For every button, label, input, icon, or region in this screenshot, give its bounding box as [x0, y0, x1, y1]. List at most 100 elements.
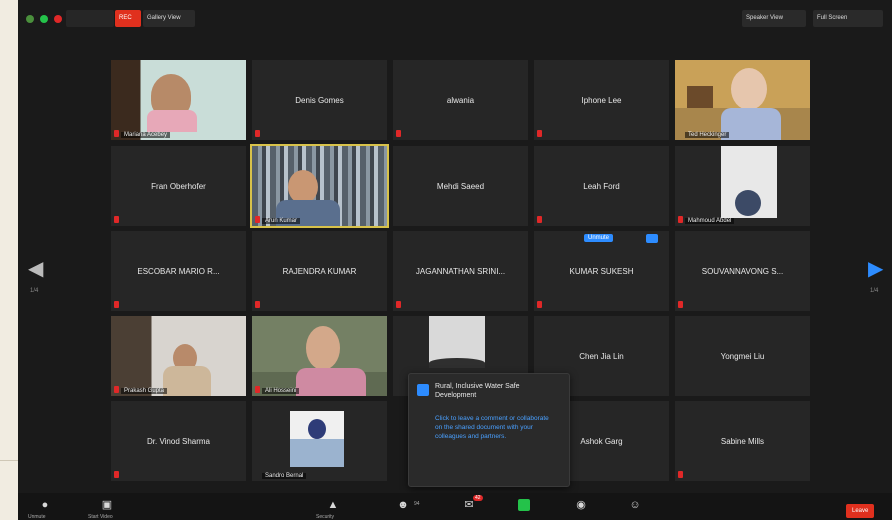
- mic-muted-icon: [255, 130, 260, 137]
- participant-name: Fran Oberhofer: [151, 181, 206, 191]
- top-bar: REC Gallery View Speaker View Full Scree…: [18, 0, 892, 34]
- participant-name: Dr. Vinod Sharma: [147, 436, 210, 446]
- participant-name: RAJENDRA KUMAR: [282, 266, 357, 276]
- meeting-toolbar: ● Unmute ▣ Start Video ▲ Security ☻ 94 ✉…: [18, 493, 892, 520]
- reactions-icon[interactable]: ☺: [626, 496, 644, 514]
- security-label: Security: [316, 514, 335, 520]
- previous-page-icon[interactable]: ◀: [28, 258, 43, 280]
- participant-face: [731, 68, 767, 110]
- participant-tile[interactable]: Yongmei Liu: [675, 316, 810, 396]
- mic-muted-icon: [255, 216, 260, 223]
- participants-count: 94: [414, 501, 420, 507]
- participant-name: Ashok Garg: [580, 436, 623, 446]
- participant-name: Sandro Bernal: [262, 473, 307, 479]
- participant-tile[interactable]: Mahmoud Abdel: [675, 146, 810, 226]
- participant-head: [429, 358, 485, 368]
- popup-body-link[interactable]: Click to leave a comment or collaborate …: [435, 414, 555, 441]
- participant-tile[interactable]: Iphone Lee: [534, 60, 669, 140]
- participant-tile[interactable]: Unmute KUMAR SUKESH: [534, 231, 669, 311]
- participant-name: SOUVANNAVONG S...: [701, 266, 784, 276]
- mic-muted-icon: [255, 386, 260, 393]
- participant-tile[interactable]: Mariana Acebey: [111, 60, 246, 140]
- participant-face: [288, 170, 318, 204]
- microphone-icon[interactable]: ●: [36, 496, 54, 514]
- gallery-view-label[interactable]: Gallery View: [143, 10, 195, 27]
- participant-name: Prakash Gupta: [121, 388, 168, 394]
- mic-muted-icon: [114, 471, 119, 478]
- participant-tile-active-speaker[interactable]: Arun Kumar: [250, 144, 389, 228]
- participant-head: [735, 190, 761, 216]
- next-page-label: 1/4: [870, 288, 879, 294]
- participant-name: Mahmoud Abdel: [685, 218, 735, 224]
- mic-muted-icon: [678, 301, 683, 308]
- next-page-icon[interactable]: ▶: [868, 258, 883, 280]
- participant-name: JAGANNATHAN SRINI...: [415, 266, 506, 276]
- participant-name: Chen Jia Lin: [579, 351, 624, 361]
- record-dot-icon: [54, 15, 62, 23]
- speaker-view-button[interactable]: Speaker View: [742, 10, 806, 27]
- mic-muted-icon: [396, 130, 401, 137]
- record-icon[interactable]: ◉: [572, 496, 590, 514]
- document-margin: [0, 0, 60, 520]
- mic-muted-icon: [114, 130, 119, 137]
- chat-notification-popup[interactable]: Rural, Inclusive Water Safe Development …: [408, 373, 570, 487]
- participant-shirt: [296, 368, 366, 396]
- participant-figure: [308, 419, 326, 439]
- popup-title: Rural, Inclusive Water Safe Development: [435, 383, 520, 399]
- participant-tile[interactable]: Sabine Mills: [675, 401, 810, 481]
- participant-tile[interactable]: ESCOBAR MARIO R...: [111, 231, 246, 311]
- start-video-label: Start Video: [88, 514, 113, 520]
- participant-name: KUMAR SUKESH: [569, 266, 634, 276]
- participant-tile[interactable]: RAJENDRA KUMAR: [252, 231, 387, 311]
- participant-tile[interactable]: Ted Heckinger: [675, 60, 810, 140]
- participant-name: Ali Hosseini: [262, 388, 300, 394]
- participant-name: Yongmei Liu: [720, 351, 765, 361]
- video-icon[interactable]: ▣: [98, 496, 116, 514]
- chat-badge: 42: [473, 495, 483, 501]
- participant-tile[interactable]: Prakash Gupta: [111, 316, 246, 396]
- leave-button[interactable]: Leave: [846, 504, 875, 518]
- participant-name: Leah Ford: [583, 181, 620, 191]
- document-icon: [417, 384, 429, 396]
- mic-muted-icon: [678, 216, 683, 223]
- participant-name: Mehdi Saeed: [436, 181, 485, 191]
- participant-shirt: [163, 366, 211, 396]
- participant-name: Iphone Lee: [581, 95, 622, 105]
- more-options-icon[interactable]: [646, 234, 658, 243]
- participant-name: alwania: [446, 95, 475, 105]
- participant-tile[interactable]: SOUVANNAVONG S...: [675, 231, 810, 311]
- recording-badge[interactable]: REC: [115, 10, 141, 27]
- mic-muted-icon: [537, 216, 542, 223]
- zoom-window: REC Gallery View Speaker View Full Scree…: [18, 0, 892, 520]
- mic-muted-icon: [396, 301, 401, 308]
- mic-muted-icon: [114, 386, 119, 393]
- mic-muted-icon: [255, 301, 260, 308]
- shield-icon[interactable]: ▲: [324, 496, 342, 514]
- participants-icon[interactable]: ☻: [394, 496, 412, 514]
- full-screen-button[interactable]: Full Screen: [813, 10, 883, 27]
- participant-tile[interactable]: Dr. Vinod Sharma: [111, 401, 246, 481]
- participant-tile[interactable]: Mehdi Saeed: [393, 146, 528, 226]
- participant-tile[interactable]: alwania: [393, 60, 528, 140]
- participant-tile[interactable]: Sandro Bernal: [252, 401, 387, 481]
- participant-tile[interactable]: JAGANNATHAN SRINI...: [393, 231, 528, 311]
- share-icon[interactable]: [518, 499, 530, 511]
- connection-status-icon[interactable]: [40, 15, 48, 23]
- mic-muted-icon: [114, 216, 119, 223]
- participant-name: ESCOBAR MARIO R...: [137, 266, 220, 276]
- mic-muted-icon: [537, 130, 542, 137]
- participant-tile[interactable]: Denis Gomes: [252, 60, 387, 140]
- security-shield-icon[interactable]: [26, 15, 34, 23]
- participant-name: Ted Heckinger: [685, 132, 730, 138]
- mic-muted-icon: [114, 301, 119, 308]
- participant-tile[interactable]: Ali Hosseini: [252, 316, 387, 396]
- previous-page-label: 1/4: [30, 288, 39, 294]
- participant-tile[interactable]: Leah Ford: [534, 146, 669, 226]
- participant-shirt: [721, 108, 781, 140]
- participant-face: [306, 326, 340, 370]
- unmute-label: Unmute: [28, 514, 46, 520]
- participant-tile[interactable]: Fran Oberhofer: [111, 146, 246, 226]
- participant-name: Sabine Mills: [720, 436, 765, 446]
- unmute-badge[interactable]: Unmute: [584, 234, 614, 242]
- mic-muted-icon: [537, 301, 542, 308]
